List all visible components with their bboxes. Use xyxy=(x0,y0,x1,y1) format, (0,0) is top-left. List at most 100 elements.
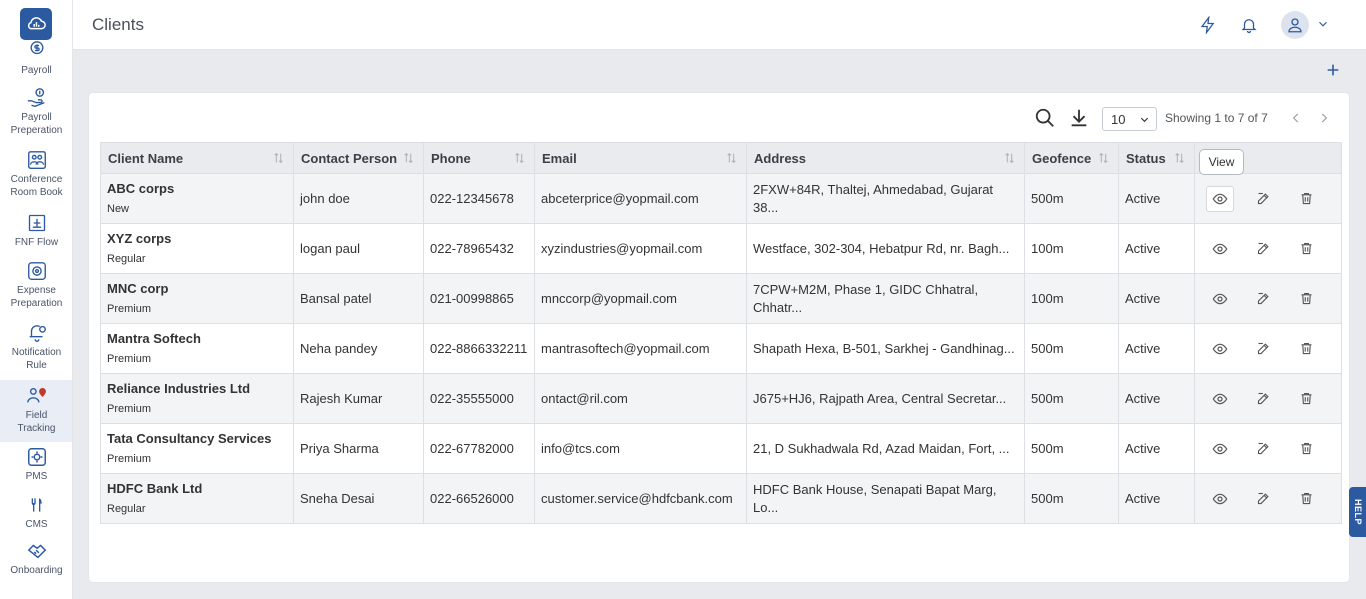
eye-icon xyxy=(1212,343,1228,354)
expense-icon xyxy=(26,260,48,282)
sort-icon[interactable] xyxy=(1097,151,1110,165)
sort-icon[interactable] xyxy=(402,151,415,165)
edit-button[interactable] xyxy=(1249,336,1277,362)
geofence-cell: 500m xyxy=(1024,373,1119,424)
sort-icon[interactable] xyxy=(1003,151,1016,165)
sidebar-item-payroll-preperation[interactable]: Payroll Preperation xyxy=(0,87,72,137)
view-button[interactable] xyxy=(1206,336,1234,362)
client-name: MNC corp xyxy=(107,280,169,296)
phone-cell: 022-12345678 xyxy=(423,173,535,224)
page-size-select[interactable]: 10 xyxy=(1102,107,1157,131)
actions-cell xyxy=(1194,223,1342,274)
address-cell: 7CPW+M2M, Phase 1, GIDC Chhatral, Chhatr… xyxy=(746,273,1025,324)
sidebar-item-expense-preparation[interactable]: Expense Preparation xyxy=(0,260,72,310)
delete-button[interactable] xyxy=(1292,386,1320,412)
contact-person-cell: Sneha Desai xyxy=(293,473,424,524)
avatar[interactable] xyxy=(1281,11,1309,39)
actions-cell xyxy=(1194,473,1342,524)
prev-page-button[interactable] xyxy=(1289,111,1303,125)
client-name-cell: Mantra Softech Premium xyxy=(100,323,294,374)
app-logo[interactable] xyxy=(20,8,52,40)
top-header: Clients xyxy=(73,0,1366,50)
table-row: Reliance Industries Ltd Premium Rajesh Kum… xyxy=(100,373,1342,424)
client-name: Tata Consultancy Services xyxy=(107,430,272,446)
sort-icon[interactable] xyxy=(272,151,285,165)
eye-icon xyxy=(1212,393,1228,404)
table-body: ABC corps New john doe 022-12345678 abceterp… xyxy=(100,173,1342,524)
sort-icon[interactable] xyxy=(1173,151,1186,165)
trash-icon xyxy=(1301,242,1311,255)
client-type: Premium xyxy=(107,352,152,365)
client-name: Mantra Softech xyxy=(107,330,201,346)
sidebar-item-conference-room-book[interactable]: Conference Room Book xyxy=(0,149,72,199)
sort-icon[interactable] xyxy=(513,151,526,165)
delete-button[interactable] xyxy=(1292,486,1320,512)
column-header-geofence[interactable]: Geofence xyxy=(1024,142,1119,174)
client-name-cell: HDFC Bank Ltd Regular xyxy=(100,473,294,524)
phone-cell: 022-8866332211 xyxy=(423,323,535,374)
geofence-cell: 500m xyxy=(1024,323,1119,374)
client-type: Regular xyxy=(107,252,146,265)
edit-button[interactable] xyxy=(1249,286,1277,312)
chevron-down-icon xyxy=(1140,117,1149,123)
sidebar-item-notification-rule[interactable]: Notification Rule xyxy=(0,322,72,372)
email-cell: customer.service@hdfcbank.com xyxy=(534,473,747,524)
edit-button[interactable] xyxy=(1249,236,1277,262)
sidebar-item-field-tracking[interactable]: Field Tracking xyxy=(0,380,72,442)
delete-button[interactable] xyxy=(1292,336,1320,362)
client-name-cell: XYZ corps Regular xyxy=(100,223,294,274)
email-cell: mantrasoftech@yopmail.com xyxy=(534,323,747,374)
edit-button[interactable] xyxy=(1249,386,1277,412)
column-header-address[interactable]: Address xyxy=(746,142,1025,174)
phone-cell: 021-00998865 xyxy=(423,273,535,324)
fork-knife-icon xyxy=(26,494,48,516)
email-cell: ontact@ril.com xyxy=(534,373,747,424)
sidebar-item-fnf-flow[interactable]: FNF Flow xyxy=(0,212,72,250)
client-name: ABC corps xyxy=(107,180,175,196)
column-header-email[interactable]: Email xyxy=(534,142,747,174)
address-cell: Shapath Hexa, B-501, Sarkhej - Gandhinag… xyxy=(746,323,1025,374)
status-cell: Active xyxy=(1118,273,1195,324)
download-icon[interactable] xyxy=(1068,107,1090,131)
search-icon[interactable] xyxy=(1034,107,1056,131)
delete-button[interactable] xyxy=(1292,236,1320,262)
cloud-chart-icon xyxy=(27,17,46,30)
add-client-button[interactable] xyxy=(1325,62,1341,78)
edit-button[interactable] xyxy=(1249,486,1277,512)
bell-icon[interactable] xyxy=(1237,13,1261,37)
column-header-contact-person[interactable]: Contact Person xyxy=(293,142,424,174)
location-person-icon xyxy=(26,385,48,407)
column-header-client-name[interactable]: Client Name xyxy=(100,142,294,174)
phone-cell: 022-35555000 xyxy=(423,373,535,424)
address-cell: Westface, 302-304, Hebatpur Rd, nr. Bagh… xyxy=(746,223,1025,274)
help-tab[interactable]: HELP xyxy=(1349,487,1366,537)
sidebar-item-pms[interactable]: PMS xyxy=(0,446,72,484)
trash-icon xyxy=(1301,492,1311,505)
view-button[interactable] xyxy=(1206,436,1234,462)
edit-button[interactable] xyxy=(1249,436,1277,462)
sort-icon[interactable] xyxy=(725,151,738,165)
view-button[interactable] xyxy=(1206,236,1234,262)
delete-button[interactable] xyxy=(1292,286,1320,312)
sidebar-item-onboarding[interactable]: Onboarding xyxy=(0,540,72,578)
actions-cell xyxy=(1194,273,1342,324)
delete-button[interactable] xyxy=(1292,186,1320,212)
view-button[interactable] xyxy=(1206,386,1234,412)
view-button[interactable] xyxy=(1206,286,1234,312)
column-header-phone[interactable]: Phone xyxy=(423,142,535,174)
chevron-down-icon[interactable] xyxy=(1316,17,1330,31)
view-button[interactable] xyxy=(1206,185,1234,212)
trash-icon xyxy=(1301,192,1311,205)
status-cell: Active xyxy=(1118,173,1195,224)
status-cell: Active xyxy=(1118,423,1195,474)
geofence-cell: 500m xyxy=(1024,173,1119,224)
edit-button[interactable] xyxy=(1249,186,1277,212)
table-row: ABC corps New john doe 022-12345678 abceterp… xyxy=(100,173,1342,224)
lightning-icon[interactable] xyxy=(1196,13,1220,37)
next-page-button[interactable] xyxy=(1317,111,1331,125)
view-button[interactable] xyxy=(1206,486,1234,512)
sidebar-item-payroll[interactable]: Payroll xyxy=(0,40,72,78)
column-header-status[interactable]: Status xyxy=(1118,142,1195,174)
delete-button[interactable] xyxy=(1292,436,1320,462)
sidebar-item-cms[interactable]: CMS xyxy=(0,494,72,532)
